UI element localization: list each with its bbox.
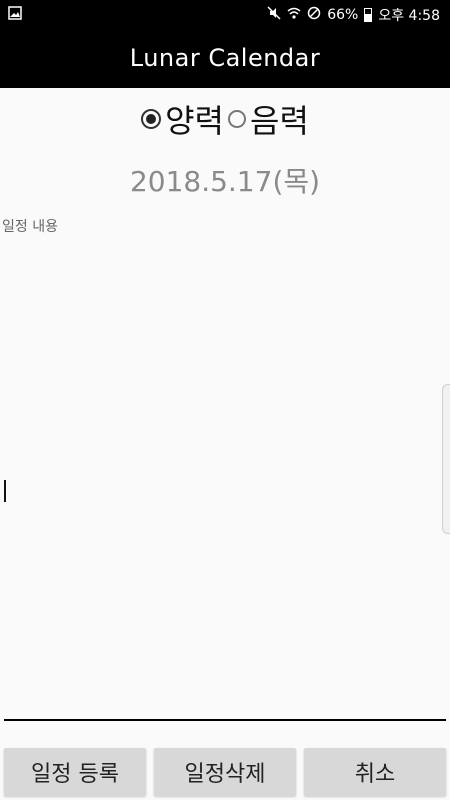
memo-input[interactable] — [4, 240, 446, 718]
battery-icon — [364, 8, 373, 22]
solar-radio-label: 양력 — [165, 102, 224, 140]
button-row: 일정 등록 일정삭제 취소 — [0, 748, 450, 796]
image-notification-icon — [8, 6, 22, 24]
register-schedule-button[interactable]: 일정 등록 — [4, 748, 146, 796]
delete-schedule-button[interactable]: 일정삭제 — [154, 748, 296, 796]
selected-date: 2018.5.17(목) — [129, 165, 321, 198]
radio-unchecked-icon — [228, 110, 246, 128]
text-cursor — [4, 480, 6, 502]
memo-underline — [4, 719, 446, 721]
app-bar: Lunar Calendar — [0, 28, 450, 88]
mute-icon — [267, 6, 281, 24]
app-title: Lunar Calendar — [129, 44, 321, 72]
edge-panel-handle[interactable] — [442, 384, 450, 534]
status-bar: 66% 오후 4:58 — [0, 0, 450, 28]
lunar-radio-label: 음력 — [250, 102, 309, 140]
wifi-icon — [287, 6, 301, 24]
calendar-type-radio-group: 양력 음력 — [0, 96, 450, 142]
cancel-button[interactable]: 취소 — [304, 748, 446, 796]
radio-checked-icon — [141, 109, 162, 129]
clock: 오후 4:58 — [378, 8, 440, 24]
memo-label: 일정 내용 — [2, 219, 58, 235]
battery-percent: 66% — [327, 7, 359, 23]
do-not-disturb-icon — [307, 6, 321, 24]
lunar-radio[interactable]: 음력 — [228, 96, 309, 142]
solar-radio[interactable]: 양력 — [141, 96, 224, 142]
